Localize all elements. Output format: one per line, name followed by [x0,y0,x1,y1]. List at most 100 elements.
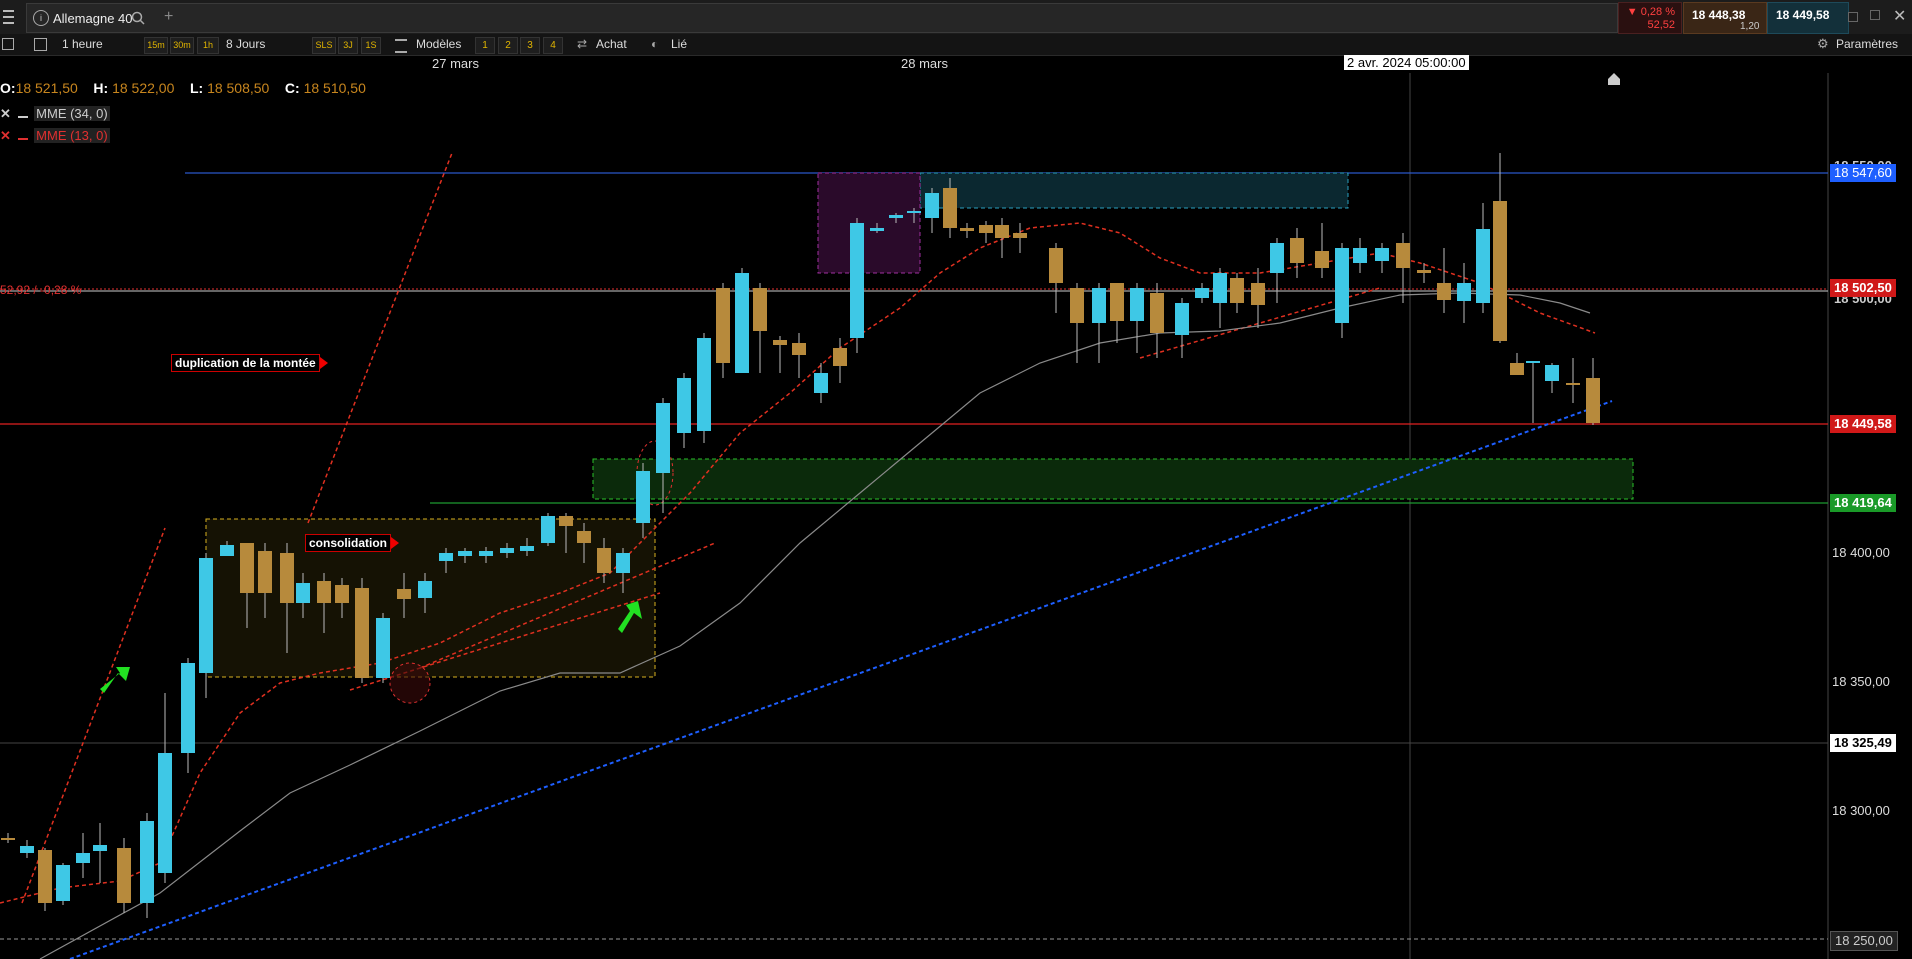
price-tag-green: 18 419,64 [1830,494,1896,512]
candle-body [458,551,472,556]
layout-2-button[interactable]: 2 [498,37,518,54]
models-icon [395,39,407,53]
menu-icon[interactable] [3,10,14,24]
date-label-2: 28 mars [901,56,948,71]
price-tag-bottom: 18 250,00 [1830,931,1898,951]
link-button[interactable]: Lié [671,36,687,53]
price-tag-blue: 18 547,60 [1830,164,1896,182]
candle-body [870,228,884,231]
layout-3-button[interactable]: 3 [520,37,540,54]
candle-body [889,215,903,218]
timeframe-select[interactable]: 1 heure [62,36,103,53]
candle-body [520,546,534,551]
candle-body [541,516,555,543]
candle-body [1457,283,1471,301]
candle-body [1150,293,1164,333]
candle-body [1049,248,1063,283]
support-zone [592,458,1634,500]
circle-marker-1 [389,662,431,704]
annotation-duplication[interactable]: duplication de la montée [171,354,328,372]
range-select[interactable]: 8 Jours [226,36,265,53]
candle-body [773,340,787,345]
trend-red-steep-2 [307,152,453,524]
ask-price: 18 449,58 [1776,8,1830,22]
candle-body [792,343,806,355]
candle-body [1315,251,1329,268]
ema34-label: MME (34, 0) [34,106,110,121]
candle-body [418,581,432,598]
candle-body [199,558,213,673]
candle-body [1476,229,1490,303]
3j-button[interactable]: 3J [338,37,358,54]
candle-body [814,373,828,393]
candle-body [850,223,864,338]
candle-body [181,663,195,753]
candle-body [943,188,957,228]
remove-icon[interactable]: ✕ [0,128,11,143]
candle-body [1130,288,1144,321]
tf-15m-button[interactable]: 15m [144,37,168,54]
change-pts: 52,52 [1647,19,1675,31]
layout-1-button[interactable]: 1 [475,37,495,54]
layout-4-button[interactable]: 4 [543,37,563,54]
buy-button[interactable]: Achat [596,36,627,53]
candle-body [1,838,15,840]
candle-body [1335,248,1349,323]
candle-body [1353,248,1367,263]
add-tab-icon[interactable]: + [164,8,173,26]
tf-30m-button[interactable]: 30m [170,37,194,54]
spread-value: 1,20 [1740,21,1760,32]
restore-icon[interactable] [1870,10,1880,20]
search-icon[interactable] [131,11,145,25]
ask-box[interactable]: 18 449,58 [1767,2,1849,34]
candle-body [56,865,70,901]
tf-1h-button[interactable]: 1h [197,37,219,54]
candle-body [479,551,493,556]
indicator-ema34[interactable]: ✕ MME (34, 0) [0,106,110,122]
layout-icon[interactable] [34,38,47,51]
1s-button[interactable]: 1S [361,37,381,54]
candle-body [753,288,767,331]
visibility-icon[interactable] [17,138,28,140]
indicator-ema13[interactable]: ✕ MME (13, 0) [0,128,110,144]
up-arrow-icon [100,667,130,693]
visibility-icon[interactable] [17,116,28,118]
candle-body [397,589,411,599]
remove-icon[interactable]: ✕ [0,106,11,121]
candle-body [117,848,131,903]
candle-body [296,583,310,603]
buy-icon: ⇄ [577,37,588,51]
models-button[interactable]: Modèles [416,36,461,53]
candle-body [979,225,993,233]
sls-button[interactable]: SLS [312,37,336,54]
info-icon[interactable]: i [33,10,49,26]
high-value: 18 522,00 [112,80,175,96]
candle-body [20,846,34,853]
candle-body [833,348,847,366]
resistance-zone [919,172,1349,209]
candle-body [1526,361,1540,363]
annotation-consolidation[interactable]: consolidation [305,534,399,552]
candle-body [335,585,349,603]
change-box: ▼ 0,28 % 52,52 [1618,2,1682,34]
candle-body [240,543,254,593]
settings-button[interactable]: Paramètres [1836,36,1898,53]
candle-body [559,516,573,526]
list-icon[interactable] [2,38,14,50]
price-chart[interactable] [0,73,1912,959]
ema13-label: MME (13, 0) [34,128,110,143]
candle-body [1437,283,1451,300]
candle-body [1251,283,1265,305]
candle-body [38,850,52,903]
candle-body [1013,233,1027,238]
close-value: 18 510,50 [303,80,366,96]
candle-body [995,225,1009,238]
close-icon[interactable]: ✕ [1893,6,1906,26]
candle-body [1396,243,1410,268]
candle-body [925,193,939,218]
minimize-icon[interactable] [1848,12,1858,22]
price-tag-cursor: 18 325,49 [1830,734,1896,752]
candle-body [577,531,591,543]
high-label: H: [93,80,109,96]
instrument-tab[interactable]: i Allemagne 40 + [26,3,1618,33]
